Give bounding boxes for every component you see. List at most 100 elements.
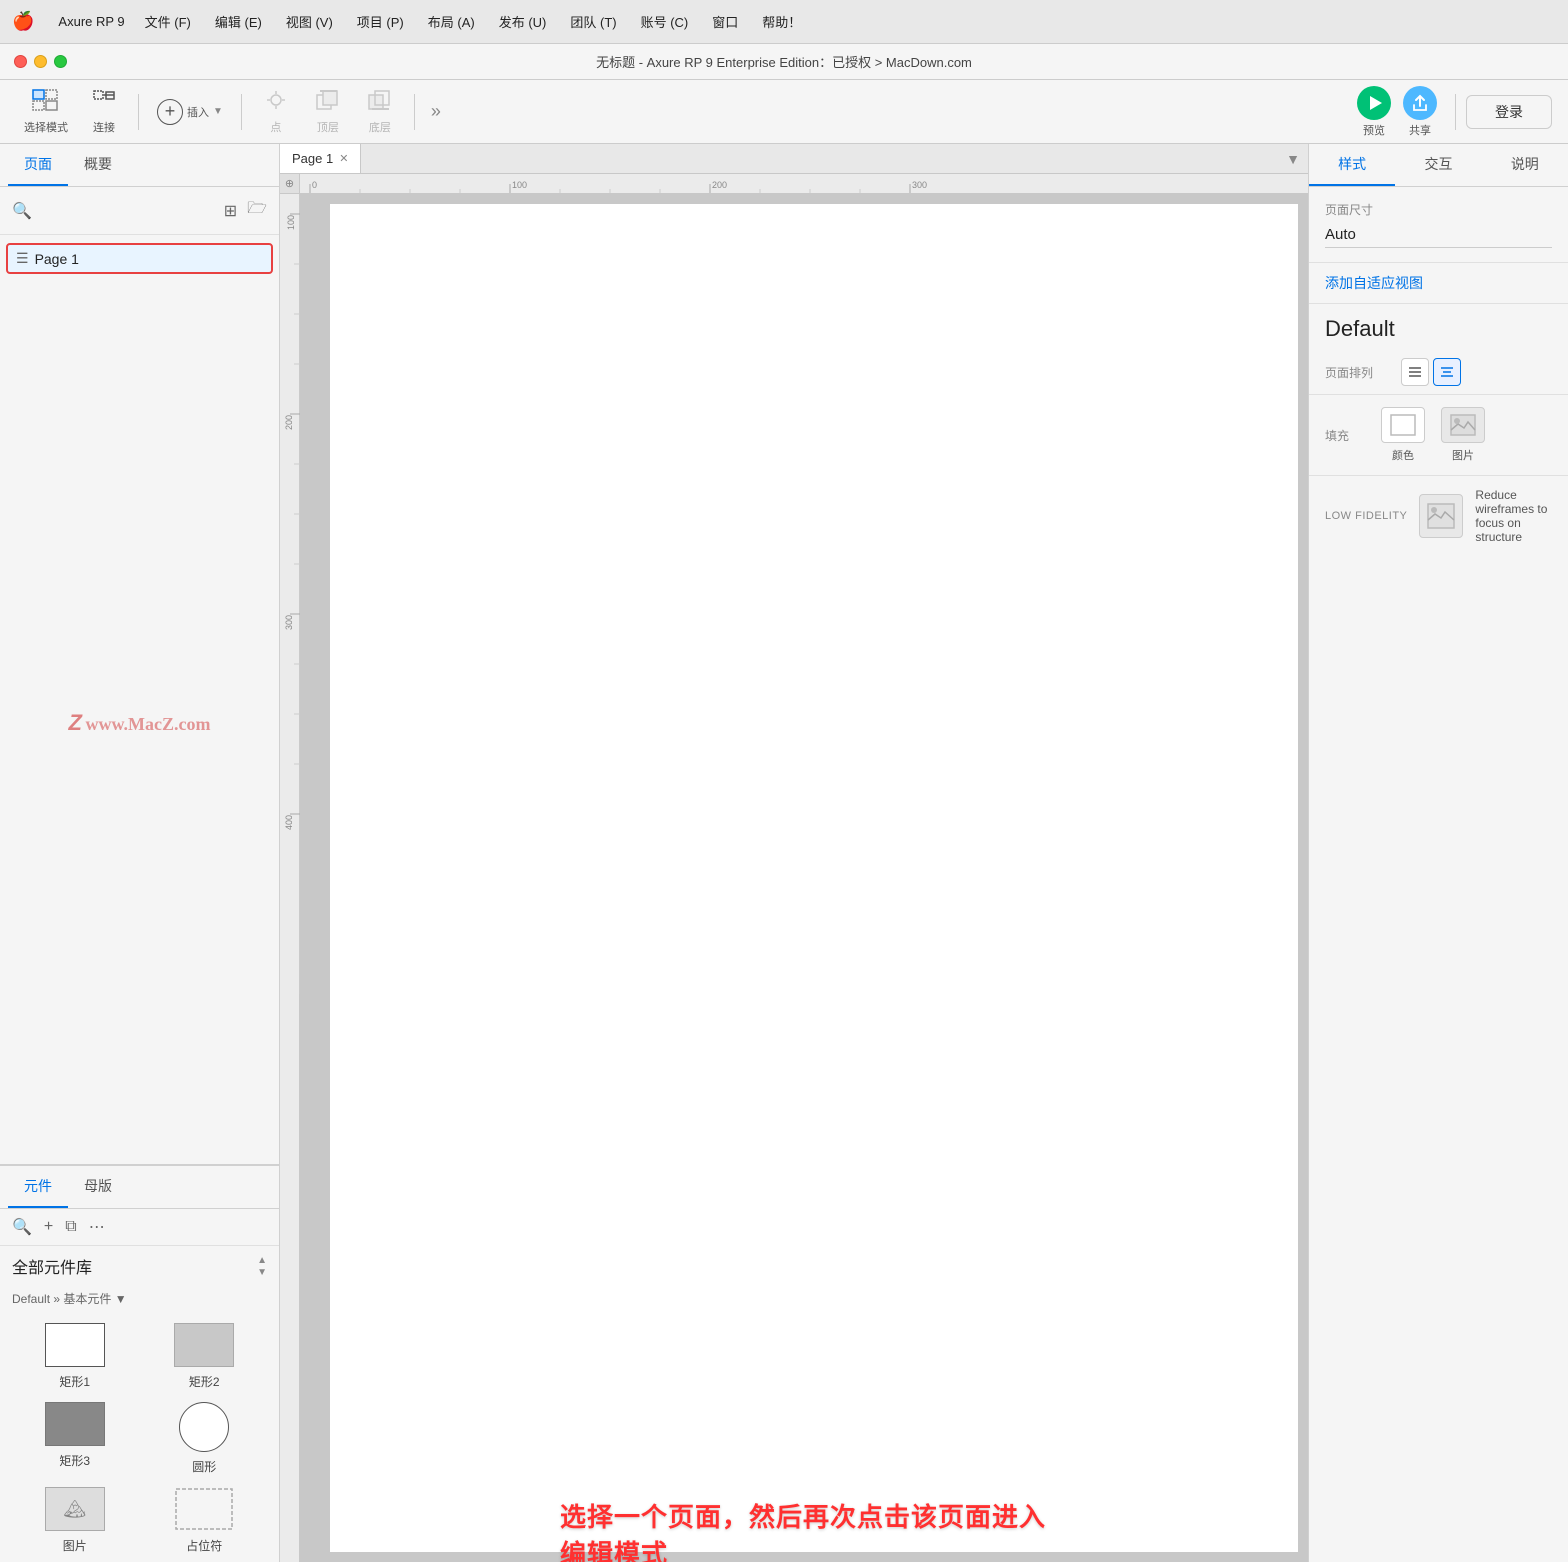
insert-label: 插入 (187, 104, 209, 120)
comp-item-placeholder[interactable]: 占位符 (146, 1487, 264, 1554)
comp-name-rect2: 矩形2 (189, 1373, 220, 1390)
menu-account[interactable]: 账号 (C) (631, 9, 699, 34)
fill-img-option[interactable]: 图片 (1441, 407, 1485, 463)
add-adaptive-view-link[interactable]: 添加自适应视图 (1325, 275, 1423, 291)
apple-menu[interactable]: 🍎 (12, 11, 34, 32)
comp-item-img[interactable]: 图片 (16, 1487, 134, 1554)
login-button[interactable]: 登录 (1466, 95, 1552, 129)
comp-item-rect1[interactable]: 矩形1 (16, 1323, 134, 1390)
outline-tab[interactable]: 概要 (68, 144, 128, 186)
notes-tab[interactable]: 说明 (1482, 144, 1568, 186)
comp-add-icon[interactable]: + (42, 1216, 55, 1238)
svg-text:200: 200 (284, 415, 294, 430)
canvas-container: Page 1 ✕ ▼ ⊕ 0 100 200 (280, 144, 1308, 1562)
comp-breadcrumb[interactable]: Default » 基本元件 ▼ (0, 1286, 279, 1315)
library-sort-icon[interactable]: ▲ ▼ (257, 1255, 267, 1278)
comp-name-circle: 圆形 (192, 1458, 216, 1475)
maximize-button[interactable] (54, 55, 67, 68)
menu-window[interactable]: 窗口 (702, 9, 748, 34)
lf-image-icon (1419, 494, 1463, 538)
minimize-button[interactable] (34, 55, 47, 68)
menu-publish[interactable]: 发布 (U) (489, 9, 557, 34)
comp-shape-circle (179, 1402, 229, 1452)
fill-row: 填充 颜色 (1309, 395, 1568, 476)
add-adaptive-view-row: 添加自适应视图 (1309, 263, 1568, 304)
add-folder-icon[interactable]: 🗁 (245, 195, 269, 226)
menu-view[interactable]: 视图 (V) (276, 9, 343, 34)
preview-button[interactable]: 预览 (1357, 86, 1391, 138)
menu-edit[interactable]: 编辑 (E) (205, 9, 272, 34)
connect-label: 连接 (93, 119, 115, 135)
top-layer-button[interactable]: 顶层 (304, 85, 352, 139)
lf-label: LOW FIDELITY (1325, 510, 1407, 522)
menu-file[interactable]: 文件 (F) (135, 9, 201, 34)
comp-item-circle[interactable]: 圆形 (146, 1402, 264, 1475)
comp-shape-rect2 (174, 1323, 234, 1367)
fill-img-label: 图片 (1452, 447, 1474, 463)
more-button[interactable]: » (425, 97, 447, 126)
comp-shape-placeholder (174, 1487, 234, 1531)
low-fidelity-row: LOW FIDELITY Reduce wireframes to focus … (1309, 476, 1568, 556)
comp-shape-img (45, 1487, 105, 1531)
preview-label: 预览 (1363, 122, 1385, 138)
comp-name-rect1: 矩形1 (59, 1373, 90, 1390)
canvas-page (330, 204, 1298, 1552)
insert-button[interactable]: + 插入 ▼ (149, 95, 231, 129)
menu-team[interactable]: 团队 (T) (560, 9, 626, 34)
toolbar: 选择模式 连接 + 插入 ▼ 点 (0, 80, 1568, 144)
point-button[interactable]: 点 (252, 85, 300, 139)
traffic-lights (14, 55, 67, 68)
comp-library-header: 全部元件库 ▲ ▼ (0, 1246, 279, 1286)
align-center-button[interactable] (1433, 358, 1461, 386)
connect-button[interactable]: 连接 (80, 85, 128, 139)
watermark-area: Z www.MacZ.com (0, 282, 279, 1164)
fill-color-option[interactable]: 颜色 (1381, 407, 1425, 463)
share-button[interactable]: 共享 (1403, 86, 1437, 138)
comp-name-placeholder: 占位符 (186, 1537, 222, 1554)
canvas-tab-close[interactable]: ✕ (339, 152, 348, 165)
svg-text:400: 400 (284, 815, 294, 830)
page-size-section: 页面尺寸 Auto (1309, 187, 1568, 263)
canvas-tab-page1[interactable]: Page 1 ✕ (280, 144, 361, 173)
comp-item-rect2[interactable]: 矩形2 (146, 1323, 264, 1390)
select-mode-button[interactable]: 选择模式 (16, 85, 76, 139)
interact-tab[interactable]: 交互 (1395, 144, 1481, 186)
crosshair-icon: ⊕ (285, 177, 294, 190)
canvas-ruler-row: ⊕ 0 100 200 300 (280, 174, 1308, 194)
comp-search-icon[interactable]: 🔍 (10, 1215, 34, 1239)
menu-layout[interactable]: 布局 (A) (418, 9, 485, 34)
right-panel: 样式 交互 说明 页面尺寸 Auto 添加自适应视图 Default 页面排列 (1308, 144, 1568, 1562)
pages-tabs: 页面 概要 (0, 144, 279, 187)
canvas-expand-icon[interactable]: ▼ (1278, 151, 1308, 167)
bottom-layer-button[interactable]: 底层 (356, 85, 404, 139)
select-mode-icon (32, 89, 60, 117)
page-name: Page 1 (35, 251, 79, 267)
close-button[interactable] (14, 55, 27, 68)
ruler-svg: 0 100 200 300 (300, 174, 1308, 193)
menu-project[interactable]: 项目 (P) (347, 9, 414, 34)
components-tab[interactable]: 元件 (8, 1166, 68, 1208)
comp-more-icon[interactable]: ⋯ (87, 1215, 107, 1239)
page-size-label: 页面尺寸 (1325, 201, 1552, 218)
svg-text:100: 100 (286, 215, 296, 230)
add-page-icon[interactable]: ⊞ (222, 199, 239, 223)
align-icons (1401, 358, 1461, 386)
canvas-area[interactable] (300, 194, 1308, 1562)
canvas-body: 100 200 300 400 (280, 194, 1308, 1562)
menu-help[interactable]: 帮助！ (752, 9, 811, 34)
pages-tab[interactable]: 页面 (8, 144, 68, 186)
ruler-corner: ⊕ (280, 174, 300, 194)
ruler-horizontal: 0 100 200 300 (300, 174, 1308, 194)
titlebar: 无标题 - Axure RP 9 Enterprise Edition：已授权 … (0, 44, 1568, 80)
menubar: 🍎 Axure RP 9 文件 (F) 编辑 (E) 视图 (V) 项目 (P)… (0, 0, 1568, 44)
align-left-button[interactable] (1401, 358, 1429, 386)
comp-copy-icon[interactable]: ⧉ (63, 1216, 78, 1238)
comp-item-rect3[interactable]: 矩形3 (16, 1402, 134, 1475)
insert-dropdown-icon: ▼ (213, 106, 223, 117)
search-icon[interactable]: 🔍 (10, 199, 34, 223)
ruler-vertical: 100 200 300 400 (280, 194, 300, 1562)
comp-tabs: 元件 母版 (0, 1166, 279, 1209)
page-item-1[interactable]: ☰ Page 1 (6, 243, 273, 274)
masters-tab[interactable]: 母版 (68, 1166, 128, 1208)
style-tab[interactable]: 样式 (1309, 144, 1395, 186)
